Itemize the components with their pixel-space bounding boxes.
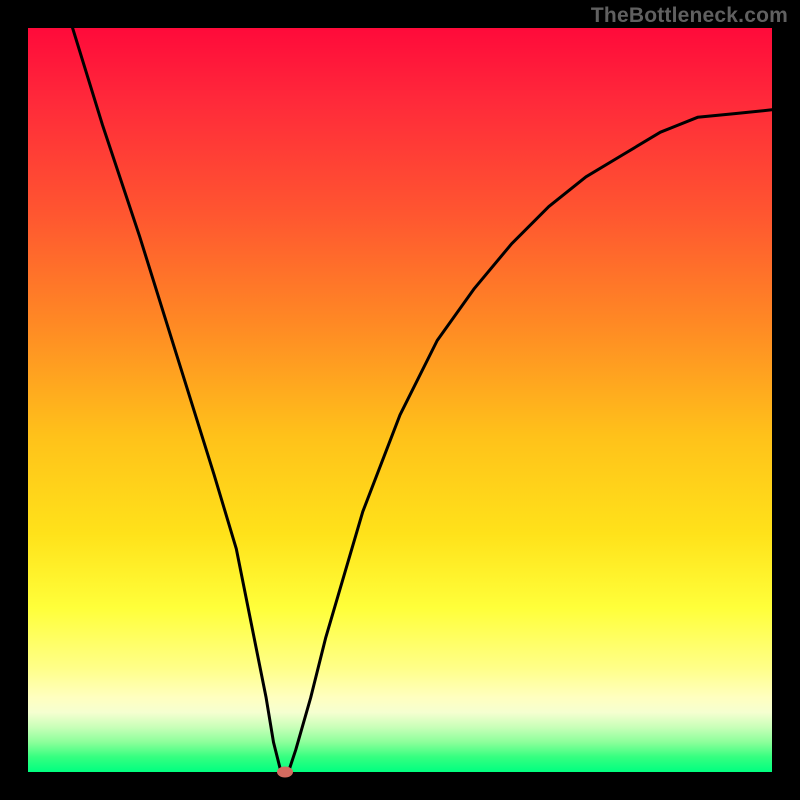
watermark-text: TheBottleneck.com [591, 4, 788, 28]
plot-background-gradient [28, 28, 772, 772]
chart-frame: TheBottleneck.com [0, 0, 800, 800]
